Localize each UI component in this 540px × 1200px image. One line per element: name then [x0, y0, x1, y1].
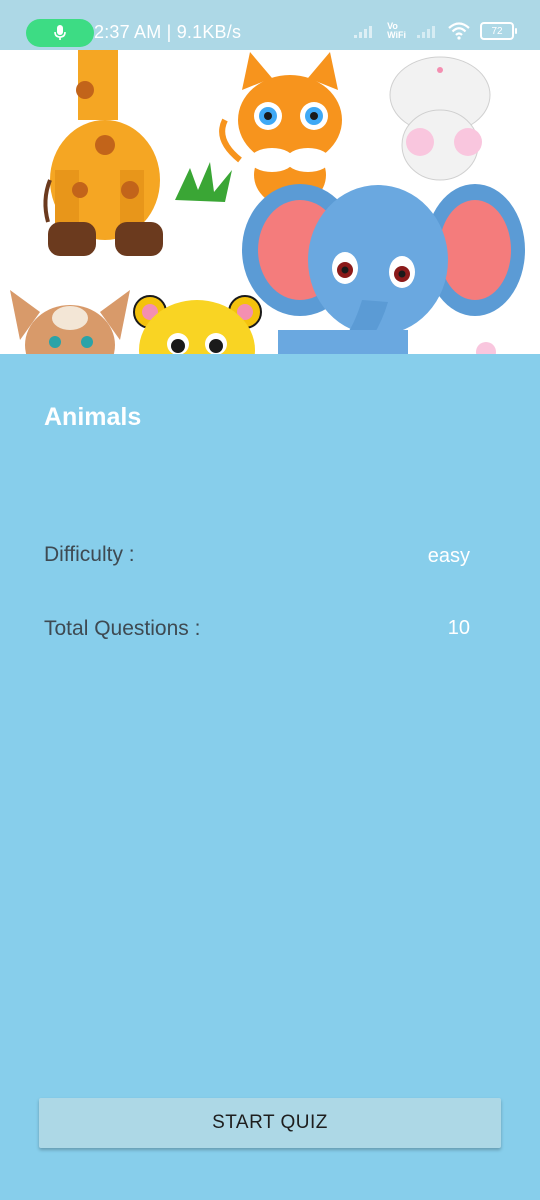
status-icons: Vo WiFi 72	[353, 22, 517, 40]
difficulty-label: Difficulty :	[44, 543, 135, 566]
start-quiz-button[interactable]: START QUIZ	[39, 1098, 501, 1148]
animals-banner-image	[0, 50, 540, 354]
category-title: Animals	[44, 403, 142, 431]
giraffe-icon	[43, 50, 163, 256]
vowifi-line2: WiFi	[387, 30, 406, 40]
total-questions-value: 10	[447, 617, 470, 639]
bunny-icon	[389, 56, 491, 181]
microphone-indicator[interactable]	[26, 19, 94, 47]
status-time-speed: 2:37 AM | 9.1KB/s	[94, 22, 242, 42]
tiger-cub-icon	[133, 295, 262, 354]
wifi-icon	[448, 22, 470, 40]
microphone-icon	[54, 25, 66, 40]
cellular-signal-icon-2	[417, 26, 435, 38]
status-bar: 2:37 AM | 9.1KB/s Vo WiFi 72	[0, 0, 540, 50]
elephant-icon	[242, 184, 525, 354]
vowifi-indicator: Vo WiFi	[387, 22, 406, 40]
cellular-signal-icon	[354, 26, 373, 38]
fawn-icon	[10, 290, 130, 354]
difficulty-value: easy	[427, 545, 470, 567]
kitten-icon	[219, 52, 342, 207]
total-questions-label: Total Questions :	[44, 617, 201, 640]
battery-level: 72	[491, 25, 503, 37]
battery-icon: 72	[480, 22, 517, 40]
grass-icon	[175, 162, 232, 202]
